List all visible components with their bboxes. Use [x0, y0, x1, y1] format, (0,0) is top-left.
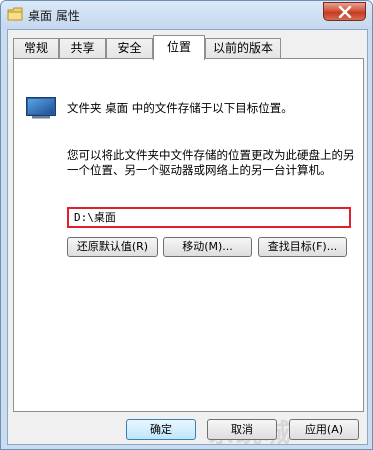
title-bar[interactable]: 桌面 属性: [1, 1, 372, 29]
monitor-folder-icon: [26, 97, 56, 119]
tab-previous-versions[interactable]: 以前的版本: [205, 38, 281, 59]
properties-window: 桌面 属性 常规 共享 安全 位置 以前的版本 文件夹 桌面 中的文件存储于以下…: [0, 0, 373, 450]
location-tab-panel: 文件夹 桌面 中的文件存储于以下目标位置。 您可以将此文件夹中文件存储的位置更改…: [13, 58, 364, 412]
tab-sharing[interactable]: 共享: [59, 38, 106, 59]
tab-location[interactable]: 位置: [153, 35, 205, 60]
folder-icon: [7, 7, 23, 21]
restore-default-button[interactable]: 还原默认值(R): [67, 237, 158, 257]
location-description: 您可以将此文件夹中文件存储的位置更改为此硬盘上的另一个位置、另一个驱动器或网络上…: [67, 148, 355, 177]
window-title: 桌面 属性: [28, 9, 80, 23]
tab-security[interactable]: 安全: [106, 38, 153, 59]
target-location-text: 文件夹 桌面 中的文件存储于以下目标位置。: [67, 101, 293, 115]
tab-general[interactable]: 常规: [13, 38, 59, 59]
find-target-button[interactable]: 查找目标(F)...: [258, 237, 347, 257]
apply-button[interactable]: 应用(A): [289, 419, 359, 440]
cancel-button[interactable]: 取消: [207, 419, 277, 440]
move-button[interactable]: 移动(M)...: [163, 237, 252, 257]
close-button[interactable]: [323, 2, 366, 21]
location-path-field[interactable]: D:\桌面: [67, 207, 351, 228]
close-icon: [338, 6, 352, 18]
dialog-client-area: 常规 共享 安全 位置 以前的版本 文件夹 桌面 中的文件存储于以下目标位置。 …: [7, 29, 368, 449]
ok-button[interactable]: 确定: [126, 419, 196, 440]
